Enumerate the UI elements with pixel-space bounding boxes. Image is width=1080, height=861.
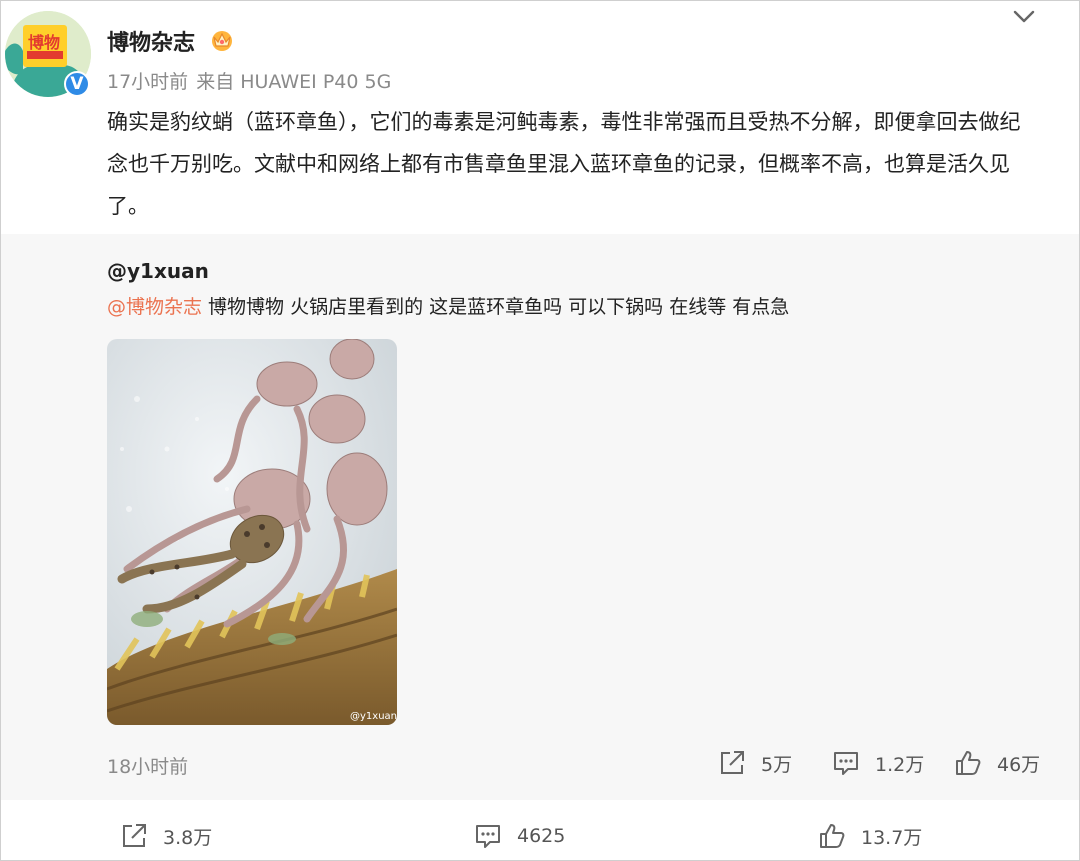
post-text: 确实是豹纹蛸（蓝环章鱼），它们的毒素是河鲀毒素，毒性非常强而且受热不分解，即便拿…: [107, 110, 1021, 218]
repost-like-count: 46万: [997, 753, 1041, 776]
chevron-down-icon[interactable]: [1011, 7, 1037, 27]
share-count: 3.8万: [163, 826, 213, 849]
repost-comment-button[interactable]: 1.2万: [831, 748, 924, 778]
comment-count: 4625: [517, 825, 566, 847]
crown-icon: [212, 31, 232, 51]
comment-icon: [476, 825, 500, 848]
share-icon: [123, 824, 146, 847]
share-icon: [721, 751, 744, 774]
comment-icon: [834, 752, 858, 775]
reposted-weibo[interactable]: @y1xuan @博物杂志 博物博物 火锅店里看到的 这是蓝环章鱼吗 可以下锅吗…: [1, 234, 1079, 800]
share-button[interactable]: 3.8万: [119, 821, 212, 851]
repost-share-button[interactable]: 5万: [717, 748, 792, 778]
original-post: 博物 V 博物杂志 17小时前 来自 HUAWEI P40 5G 确实是豹纹蛸（蓝…: [1, 1, 1079, 233]
repost-time[interactable]: 18小时前: [107, 752, 188, 779]
like-count: 13.7万: [861, 826, 923, 849]
repost-like-button[interactable]: 46万: [953, 748, 1040, 778]
repost-username[interactable]: @y1xuan: [107, 259, 209, 283]
octopus-photo[interactable]: @y1xuan: [107, 339, 397, 725]
thumbs-up-icon: [820, 824, 845, 848]
weibo-card: 博物 V 博物杂志 17小时前 来自 HUAWEI P40 5G 确实是豹纹蛸（蓝…: [0, 0, 1080, 861]
repost-comment-count: 1.2万: [875, 753, 925, 776]
author-name[interactable]: 博物杂志: [107, 25, 195, 57]
post-source: 来自 HUAWEI P40 5G: [196, 71, 392, 93]
verified-mark: V: [70, 74, 84, 94]
thumbs-up-icon: [956, 751, 981, 775]
repost-share-count: 5万: [761, 753, 793, 776]
comment-button[interactable]: 4625: [473, 821, 565, 851]
avatar-logo-text: 博物: [28, 33, 61, 52]
action-bar: 3.8万 4625 13.7万: [1, 801, 1079, 860]
like-button[interactable]: 13.7万: [817, 821, 922, 851]
repost-text: @博物杂志 博物博物 火锅店里看到的 这是蓝环章鱼吗 可以下锅吗 在线等 有点急: [107, 292, 789, 319]
repost-body: 博物博物 火锅店里看到的 这是蓝环章鱼吗 可以下锅吗 在线等 有点急: [202, 296, 790, 318]
mention-link[interactable]: @博物杂志: [107, 296, 202, 318]
photo-image: [107, 339, 397, 725]
verified-badge: V: [64, 71, 90, 97]
post-meta: 17小时前 来自 HUAWEI P40 5G: [107, 67, 391, 94]
photo-watermark: @y1xuan: [350, 711, 397, 722]
post-time[interactable]: 17小时前: [107, 71, 188, 93]
